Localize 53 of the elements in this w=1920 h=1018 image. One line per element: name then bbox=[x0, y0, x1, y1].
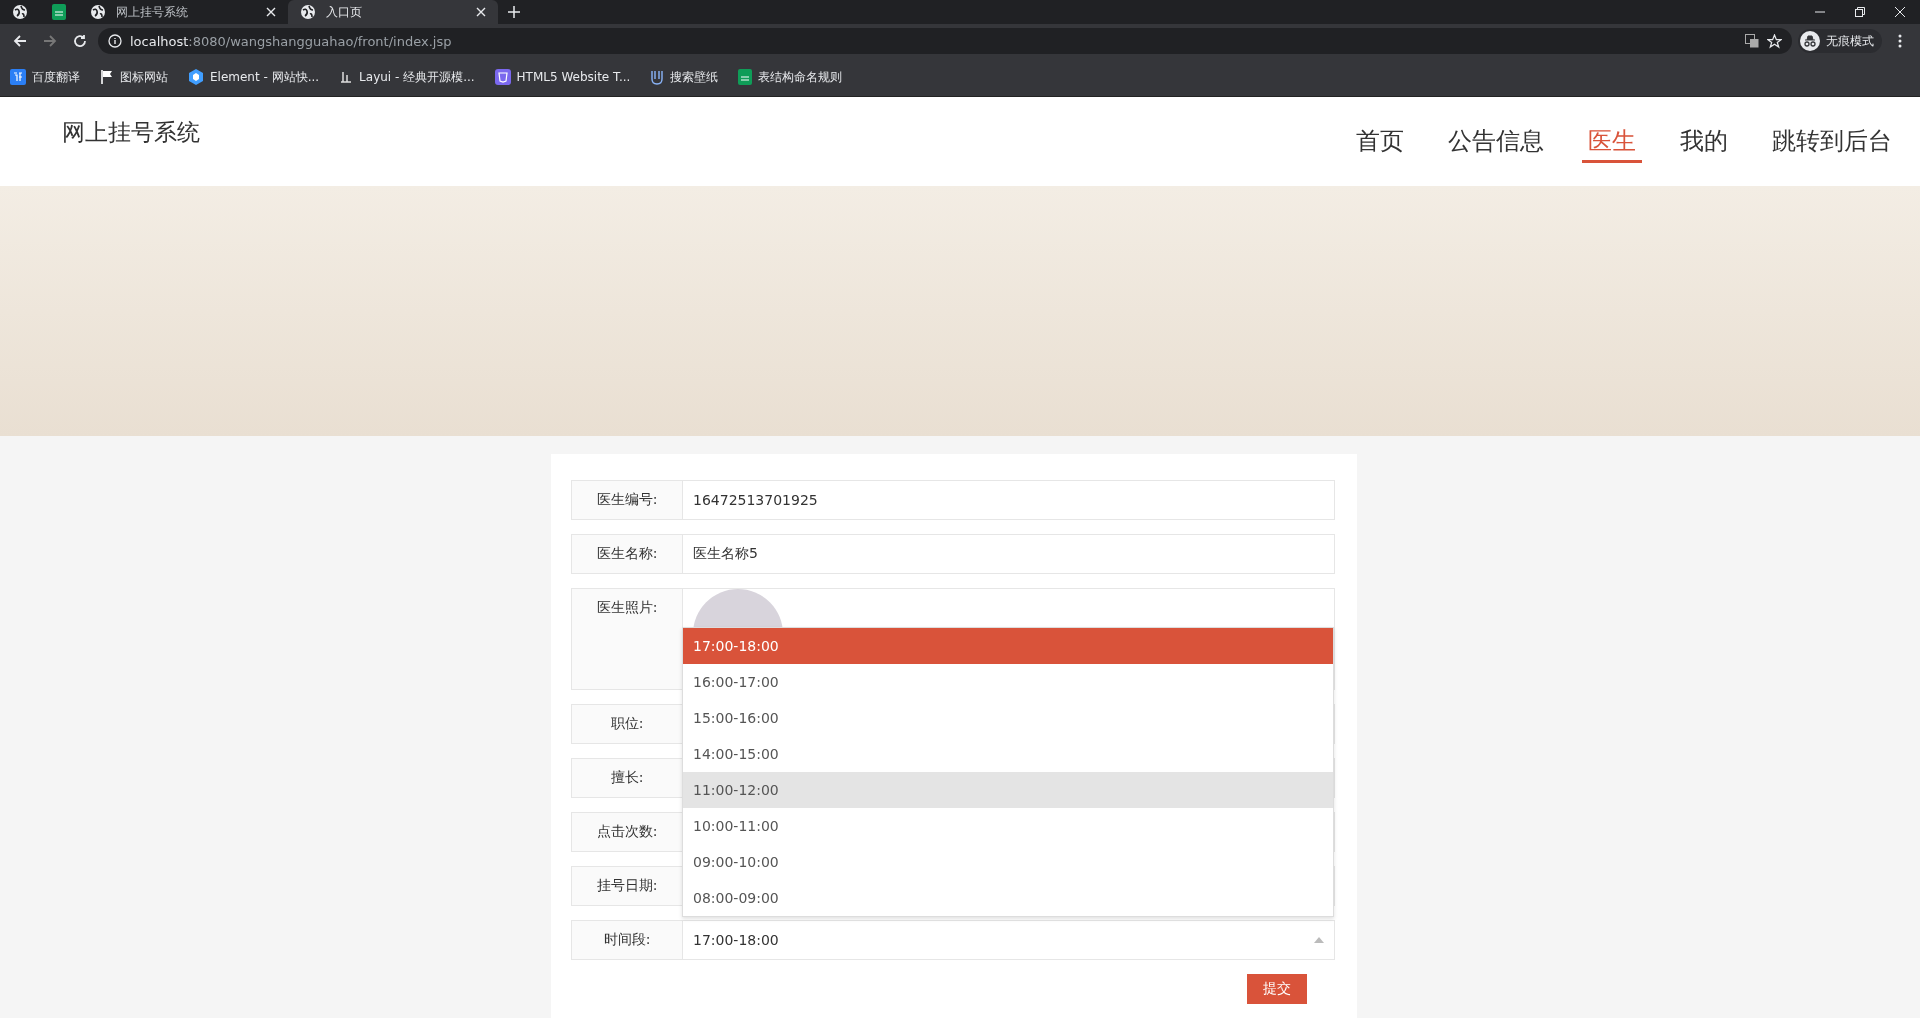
info-icon bbox=[108, 34, 122, 48]
bookmark-item[interactable]: 图标网站 bbox=[100, 68, 168, 86]
close-icon[interactable] bbox=[476, 7, 486, 17]
nav-link[interactable]: 首页 bbox=[1350, 125, 1410, 163]
globe-icon bbox=[12, 4, 28, 20]
nav-link[interactable]: 医生 bbox=[1582, 125, 1642, 163]
close-icon bbox=[1895, 7, 1905, 17]
field-label: 点击次数: bbox=[572, 813, 683, 851]
field-label: 职位: bbox=[572, 705, 683, 743]
shield-icon bbox=[494, 69, 511, 85]
minimize-icon bbox=[1815, 11, 1825, 13]
dropdown-option[interactable]: 11:00-12:00 bbox=[683, 772, 1333, 808]
close-icon[interactable] bbox=[266, 7, 276, 17]
forward-arrow-icon bbox=[43, 34, 57, 48]
nav-link[interactable]: 我的 bbox=[1674, 125, 1734, 163]
submit-button[interactable]: 提交 bbox=[1247, 974, 1307, 1004]
site-title: 网上挂号系统 bbox=[62, 118, 200, 147]
dropdown-option[interactable]: 10:00-11:00 bbox=[683, 808, 1333, 844]
field-label: 擅长: bbox=[572, 759, 683, 797]
bookmark-item[interactable]: 搜索壁纸 bbox=[650, 68, 719, 86]
flag-icon bbox=[100, 69, 114, 85]
address-bar[interactable]: localhost:8080/wangshangguahao/front/index.jsp bbox=[98, 28, 1792, 54]
dropdown-option[interactable]: 08:00-09:00 bbox=[683, 880, 1333, 916]
bookmark-item[interactable]: 百度翻译 bbox=[10, 68, 80, 86]
dropdown-option[interactable]: 16:00-17:00 bbox=[683, 664, 1333, 700]
incognito-icon bbox=[1800, 31, 1820, 51]
back-arrow-icon bbox=[13, 34, 27, 48]
bookmark-item[interactable]: Element - 网站快... bbox=[188, 68, 320, 86]
hexagon-icon bbox=[188, 69, 204, 85]
globe-icon bbox=[300, 4, 316, 20]
field-label: 医生照片: bbox=[572, 589, 683, 689]
bookmark-item[interactable]: Layui - 经典开源模... bbox=[339, 68, 475, 86]
reload-icon bbox=[73, 34, 87, 48]
star-icon[interactable] bbox=[1767, 33, 1782, 49]
dropdown-option[interactable]: 17:00-18:00 bbox=[683, 628, 1333, 664]
spreadsheet-icon bbox=[738, 69, 753, 85]
dropdown-option[interactable]: 09:00-10:00 bbox=[683, 844, 1333, 880]
plus-icon bbox=[508, 5, 520, 18]
bookmark-item[interactable]: 表结构命名规则 bbox=[738, 68, 843, 86]
incognito-badge[interactable]: 无痕模式 bbox=[1798, 29, 1882, 53]
bookmark-item[interactable]: HTML5 Website T... bbox=[494, 69, 631, 85]
restore-icon bbox=[1855, 7, 1865, 17]
globe-icon bbox=[90, 4, 106, 20]
more-icon bbox=[1898, 34, 1902, 48]
dropdown-option[interactable]: 14:00-15:00 bbox=[683, 736, 1333, 772]
dropdown-option[interactable]: 15:00-16:00 bbox=[683, 700, 1333, 736]
browser-tab[interactable]: 网上挂号系统 bbox=[78, 0, 288, 24]
field-label: 挂号日期: bbox=[572, 867, 683, 905]
spreadsheet-icon bbox=[52, 4, 66, 20]
url-text: localhost:8080/wangshangguahao/front/index.jsp bbox=[130, 33, 453, 49]
browser-tab[interactable]: 入口页 bbox=[288, 0, 498, 24]
nav-link[interactable]: 公告信息 bbox=[1442, 125, 1550, 163]
nav-link[interactable]: 跳转到后台 bbox=[1766, 125, 1898, 163]
